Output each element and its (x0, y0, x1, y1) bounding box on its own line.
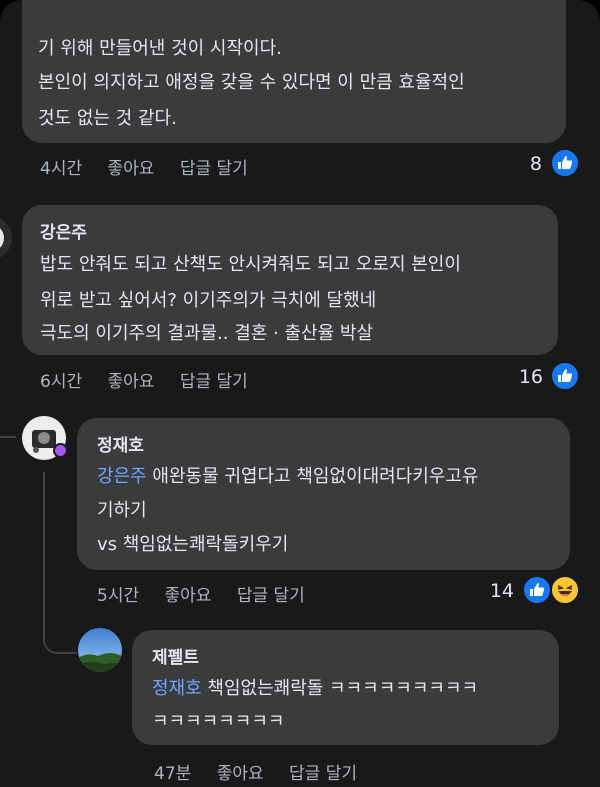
like-button[interactable]: 좋아요 (217, 764, 264, 784)
comment-meta-1: 4시간 좋아요 답글 달기 (40, 154, 268, 179)
comment-text: 것도 없는 것 같다. (38, 108, 177, 129)
comment-text: 본인이 의지하고 애정을 갖을 수 있다면 이 만큼 효율적인 (38, 72, 465, 93)
thumbs-up-icon[interactable] (550, 148, 580, 178)
comment-text: 기 위해 만들어낸 것이 시작이다. (38, 38, 282, 59)
reply-bubble-1: 정재호 강은주 애완동물 귀엽다고 책임없이대려다키우고유 기하기 vs 책임없… (77, 418, 570, 570)
comment-text: 정재호 책임없는쾌락돌 ㅋㅋㅋㅋㅋㅋㅋㅋㅋ (152, 674, 478, 700)
mention-link[interactable]: 강은주 (97, 466, 147, 487)
comment-bubble-2: 강은주 밥도 안줘도 되고 산책도 안시켜줘도 되고 오로지 본인이 위로 받고… (22, 205, 558, 355)
comment-author[interactable]: 제펠트 (152, 643, 199, 668)
comment-text: 기하기 (97, 500, 147, 521)
comment-author[interactable]: 정재호 (97, 431, 144, 456)
timestamp[interactable]: 47분 (154, 764, 191, 784)
reply-meta-2: 47분 좋아요 답글 달기 (154, 759, 377, 784)
avatar[interactable] (78, 628, 122, 672)
comment-text: 극도의 이기주의 결과물.. 결혼 · 출산율 박살 (40, 323, 374, 344)
comment-text: 강은주 애완동물 귀엽다고 책임없이대려다키우고유 (97, 462, 479, 488)
thumbs-up-icon[interactable] (550, 361, 580, 391)
mention-link[interactable]: 정재호 (152, 678, 202, 699)
comment-text: ㅋㅋㅋㅋㅋㅋㅋㅋ (152, 711, 285, 732)
comments-screen: 기 위해 만들어낸 것이 시작이다. 본인이 의지하고 애정을 갖을 수 있다면… (0, 0, 600, 787)
laughing-face-icon[interactable] (550, 575, 580, 605)
reply-meta-1: 5시간 좋아요 답글 달기 (97, 581, 325, 606)
reaction-count[interactable]: 8 (510, 153, 542, 175)
comment-author[interactable]: 강은주 (40, 218, 87, 243)
thread-line (43, 472, 45, 632)
timestamp[interactable]: 4시간 (40, 159, 82, 179)
like-button[interactable]: 좋아요 (108, 159, 155, 179)
like-button[interactable]: 좋아요 (165, 586, 212, 606)
comment-text-rest: 애완동물 귀엽다고 책임없이대려다키우고유 (146, 466, 479, 487)
reaction-count[interactable]: 16 (505, 366, 543, 388)
comment-text: 위로 받고 싶어서? 이기주의가 극치에 달했네 (40, 290, 377, 311)
thumbs-up-icon[interactable] (522, 575, 552, 605)
reply-button[interactable]: 답글 달기 (180, 372, 248, 392)
reaction-count[interactable]: 14 (476, 580, 514, 602)
like-button[interactable]: 좋아요 (108, 372, 155, 392)
timestamp[interactable]: 6시간 (40, 372, 82, 392)
comment-bubble-1: 기 위해 만들어낸 것이 시작이다. 본인이 의지하고 애정을 갖을 수 있다면… (22, 0, 566, 143)
thread-connector (0, 410, 16, 438)
timestamp[interactable]: 5시간 (97, 586, 139, 606)
comment-text-rest: 책임없는쾌락돌 ㅋㅋㅋㅋㅋㅋㅋㅋㅋ (201, 678, 479, 699)
status-badge (53, 443, 68, 458)
reply-button[interactable]: 답글 달기 (180, 159, 248, 179)
comment-text: vs 책임없는쾌락돌키우기 (97, 534, 289, 555)
comment-meta-2: 6시간 좋아요 답글 달기 (40, 367, 268, 392)
reply-button[interactable]: 답글 달기 (289, 764, 357, 784)
thread-connector (43, 620, 77, 654)
avatar[interactable] (0, 216, 12, 260)
reply-bubble-2: 제펠트 정재호 책임없는쾌락돌 ㅋㅋㅋㅋㅋㅋㅋㅋㅋ ㅋㅋㅋㅋㅋㅋㅋㅋ (132, 630, 559, 745)
comment-text: 밥도 안줘도 되고 산책도 안시켜줘도 되고 오로지 본인이 (40, 254, 461, 275)
reply-button[interactable]: 답글 달기 (237, 586, 305, 606)
